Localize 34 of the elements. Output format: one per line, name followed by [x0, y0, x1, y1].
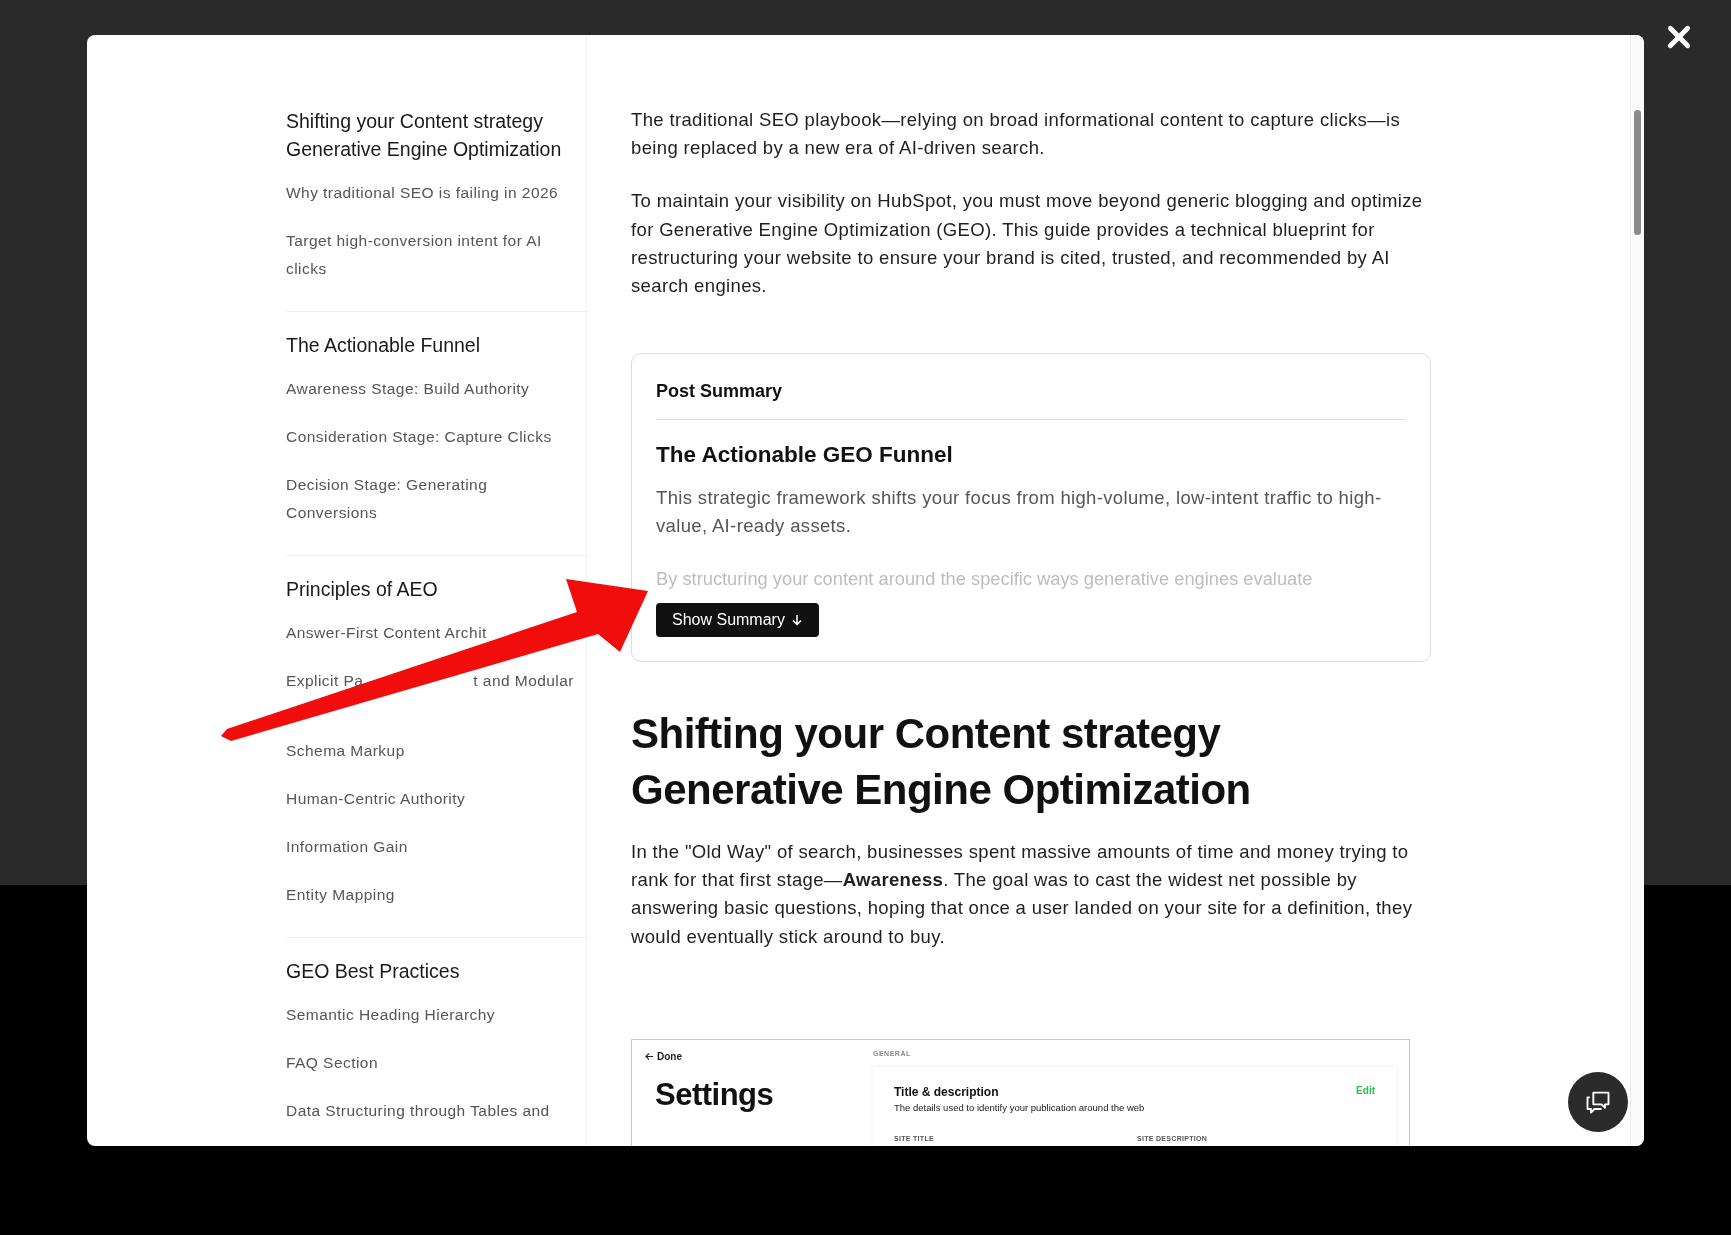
toc-link[interactable]: Human-Centric Authority [286, 785, 576, 813]
intro-paragraph: To maintain your visibility on HubSpot, you must move beyond generic blogging and optimize for Generative Engine Optimization (GEO). This guide provides a technical blueprint for restructuring your website to ensure your brand is cited, trusted, and recommended by AI search engines. [631, 189, 1424, 298]
down-arrow-icon [790, 613, 803, 626]
close-icon[interactable] [1666, 24, 1692, 50]
toc-link[interactable]: Target high-conversion intent for AI clicks [286, 227, 576, 283]
left-arrow-icon [645, 1051, 654, 1061]
toc-link[interactable]: Schema Markup [286, 737, 576, 765]
toc-link[interactable]: Entity Mapping [286, 881, 576, 909]
toc-link[interactable]: Semantic Heading Hierarchy [286, 1001, 576, 1029]
card-title: Title & description [894, 1084, 999, 1102]
toc-heading[interactable]: The Actionable Funnel [286, 331, 576, 359]
show-summary-button[interactable]: Show Summary [656, 602, 819, 637]
toc-link[interactable]: t and Modular [473, 671, 574, 690]
settings-title: Settings [655, 1075, 775, 1114]
scrollbar-thumb[interactable] [1634, 110, 1641, 235]
toc-link[interactable]: Why traditional SEO is failing in 2026 [286, 179, 576, 207]
summary-label: Post Summary [656, 378, 1406, 421]
intro-paragraph: The traditional SEO playbook—relying on broad informational content to capture clicks—is being replaced by a new era of AI-driven search. [631, 108, 1402, 161]
toc-link[interactable]: Information Gain [286, 833, 576, 861]
summary-text: This strategic framework shifts your focus from high-volume, low-intent traffic to high-value, AI-ready assets. [656, 485, 1383, 538]
card-text: The details used to identify your publication around the web [894, 1101, 1146, 1116]
body-paragraph: In the "Old Way" of search, businesses spent massive amounts of time and money trying to rank for that first stage—Awareness. The goal was to cast the widest net possible by answering basic questions, hoping that once a user landed on your site for a definition, they would eventually stick around to buy. [631, 839, 1414, 949]
toc-link[interactable]: FAQ Section [286, 1049, 576, 1077]
toc-heading[interactable]: Shifting your Content strategy Generative Engine Optimization [286, 107, 576, 163]
toc-heading[interactable]: GEO Best Practices [286, 957, 576, 985]
toc-link[interactable]: Data Structuring through Tables and [286, 1097, 576, 1125]
toc-link[interactable]: Decision Stage: Generating Conversions [286, 471, 576, 527]
summary-faded-text: By structuring your content around the specific ways generative engines evaluate [656, 566, 1314, 591]
article-heading: Shifting your Content strategy Generative Engine Optimization [631, 708, 1252, 815]
chat-button[interactable] [1568, 1072, 1628, 1132]
toc-link[interactable]: Explicit Pa [286, 671, 364, 690]
toc-link[interactable]: Awareness Stage: Build Authority [286, 375, 576, 403]
summary-title: The Actionable GEO Funnel [656, 441, 954, 470]
toc-link[interactable]: Consideration Stage: Capture Clicks [286, 423, 576, 451]
